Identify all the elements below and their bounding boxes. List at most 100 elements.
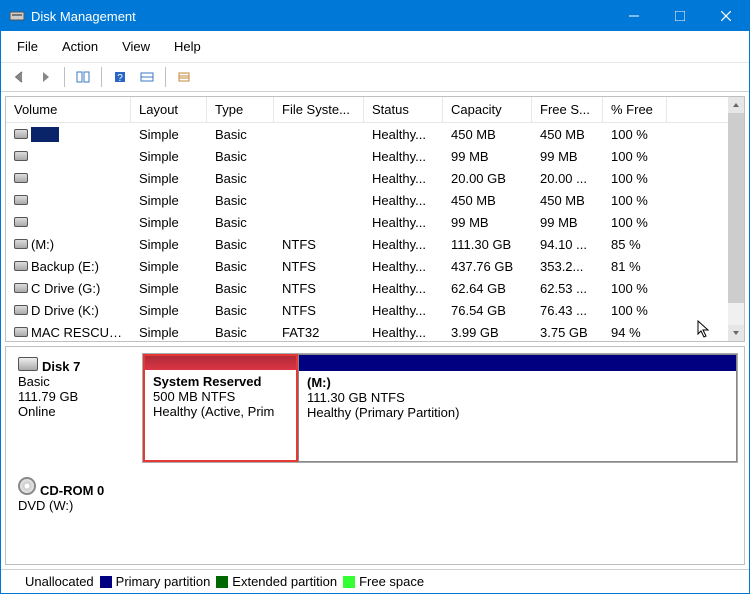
cell-status: Healthy... (364, 192, 443, 209)
cell-capacity: 3.99 GB (443, 324, 532, 341)
cell-status: Healthy... (364, 258, 443, 275)
cell-layout: Simple (131, 258, 207, 275)
cell-free: 76.43 ... (532, 302, 603, 319)
menu-action[interactable]: Action (50, 35, 110, 58)
cell-capacity: 437.76 GB (443, 258, 532, 275)
cell-type: Basic (207, 280, 274, 297)
volume-icon (14, 283, 28, 293)
cell-pct: 100 % (603, 192, 667, 209)
partition-title: System Reserved (153, 374, 288, 389)
disk-info[interactable]: CD-ROM 0DVD (W:) (12, 473, 142, 517)
menu-help[interactable]: Help (162, 35, 213, 58)
menu-view[interactable]: View (110, 35, 162, 58)
col-file-system[interactable]: File Syste... (274, 97, 364, 122)
partition[interactable]: (M:)111.30 GB NTFSHealthy (Primary Parti… (298, 354, 737, 462)
volume-row[interactable]: SimpleBasicHealthy...99 MB99 MB100 % (6, 211, 744, 233)
volume-icon (14, 195, 28, 205)
cell-fs (274, 155, 364, 157)
volume-icon (14, 151, 28, 161)
toolbar-separator (101, 67, 102, 87)
volume-row[interactable]: Backup (E:)SimpleBasicNTFSHealthy...437.… (6, 255, 744, 277)
cell-pct: 100 % (603, 148, 667, 165)
col-percent-free[interactable]: % Free (603, 97, 667, 122)
cell-status: Healthy... (364, 126, 443, 143)
volume-row[interactable]: (M:)SimpleBasicNTFSHealthy...111.30 GB94… (6, 233, 744, 255)
legend-swatch-extended (216, 576, 228, 588)
cell-fs: NTFS (274, 302, 364, 319)
volume-row[interactable]: MAC RESCUE ...SimpleBasicFAT32Healthy...… (6, 321, 744, 342)
cell-status: Healthy... (364, 170, 443, 187)
disk-info[interactable]: Disk 7Basic111.79 GBOnline (12, 353, 142, 463)
cell-pct: 100 % (603, 214, 667, 231)
app-icon (9, 8, 25, 24)
close-button[interactable] (703, 1, 749, 31)
cell-free: 450 MB (532, 126, 603, 143)
cell-capacity: 62.64 GB (443, 280, 532, 297)
cell-free: 450 MB (532, 192, 603, 209)
partition[interactable]: System Reserved500 MB NTFSHealthy (Activ… (143, 354, 298, 462)
show-hide-console-button[interactable] (71, 65, 95, 89)
scroll-down-button[interactable] (728, 325, 744, 341)
disk-label: CD-ROM 0 (40, 483, 104, 498)
settings-button[interactable] (135, 65, 159, 89)
col-capacity[interactable]: Capacity (443, 97, 532, 122)
title-bar: Disk Management (1, 1, 749, 31)
partition-size: 111.30 GB NTFS (307, 390, 728, 405)
volume-row[interactable]: SimpleBasicHealthy...450 MB450 MB100 % (6, 189, 744, 211)
volume-name-cell (6, 214, 131, 231)
volume-row[interactable]: SimpleBasicHealthy...450 MB450 MB100 % (6, 123, 744, 145)
menu-file[interactable]: File (5, 35, 50, 58)
legend-label-primary: Primary partition (116, 574, 211, 589)
svg-text:?: ? (117, 73, 123, 84)
col-free-space[interactable]: Free S... (532, 97, 603, 122)
cell-fs (274, 199, 364, 201)
cell-pct: 100 % (603, 302, 667, 319)
partition-header (145, 356, 296, 370)
scroll-thumb[interactable] (728, 113, 744, 303)
cell-capacity: 99 MB (443, 148, 532, 165)
cell-layout: Simple (131, 148, 207, 165)
maximize-button[interactable] (657, 1, 703, 31)
col-status[interactable]: Status (364, 97, 443, 122)
disk-icon (18, 357, 38, 371)
volume-row[interactable]: SimpleBasicHealthy...99 MB99 MB100 % (6, 145, 744, 167)
content-area: Volume Layout Type File Syste... Status … (1, 92, 749, 593)
col-volume[interactable]: Volume (6, 97, 131, 122)
vertical-scrollbar[interactable] (728, 97, 744, 341)
cell-type: Basic (207, 302, 274, 319)
volume-icon (14, 327, 28, 337)
scroll-up-button[interactable] (728, 97, 744, 113)
toolbar: ? (1, 63, 749, 92)
col-type[interactable]: Type (207, 97, 274, 122)
cell-free: 3.75 GB (532, 324, 603, 341)
disk-info-line: Online (18, 404, 136, 419)
col-layout[interactable]: Layout (131, 97, 207, 122)
disk-row: Disk 7Basic111.79 GBOnlineSystem Reserve… (12, 353, 738, 463)
cell-pct: 100 % (603, 170, 667, 187)
minimize-button[interactable] (611, 1, 657, 31)
cell-type: Basic (207, 192, 274, 209)
volume-row[interactable]: C Drive (G:)SimpleBasicNTFSHealthy...62.… (6, 277, 744, 299)
legend-swatch-free (343, 576, 355, 588)
volume-row[interactable]: SimpleBasicHealthy...20.00 GB20.00 ...10… (6, 167, 744, 189)
forward-button[interactable] (34, 65, 58, 89)
disk-row: CD-ROM 0DVD (W:) (12, 473, 738, 517)
volume-name-cell: (M:) (6, 236, 131, 253)
volume-row[interactable]: D Drive (K:)SimpleBasicNTFSHealthy...76.… (6, 299, 744, 321)
disk-label: Disk 7 (42, 359, 80, 374)
toolbar-separator (64, 67, 65, 87)
cell-fs (274, 221, 364, 223)
cell-free: 20.00 ... (532, 170, 603, 187)
list-button[interactable] (172, 65, 196, 89)
help-button[interactable]: ? (108, 65, 132, 89)
legend-label-free: Free space (359, 574, 424, 589)
cell-layout: Simple (131, 236, 207, 253)
back-button[interactable] (7, 65, 31, 89)
disk-info-line: DVD (W:) (18, 498, 136, 513)
disk-info-line: 111.79 GB (18, 389, 136, 404)
cell-capacity: 99 MB (443, 214, 532, 231)
cell-free: 94.10 ... (532, 236, 603, 253)
cell-pct: 85 % (603, 236, 667, 253)
cell-capacity: 450 MB (443, 192, 532, 209)
legend-label-unallocated: Unallocated (25, 574, 94, 589)
